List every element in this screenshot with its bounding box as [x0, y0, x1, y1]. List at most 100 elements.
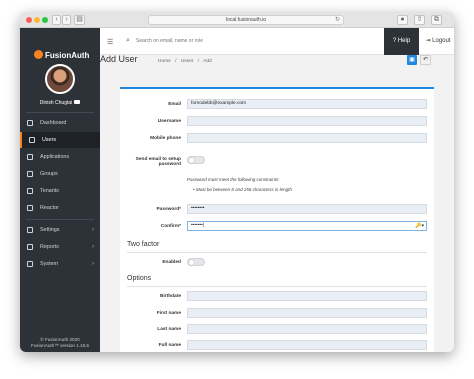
address-text: local.fusionauth.io [225, 17, 267, 23]
sidebar-item-label: Users [42, 137, 57, 143]
reactor-icon [27, 205, 33, 211]
users-icon [29, 137, 35, 143]
back-arrow-icon[interactable]: ‹ [52, 15, 61, 25]
sidebar-item-label: Settings [40, 227, 60, 233]
password-field[interactable]: •••••••• [187, 204, 427, 214]
confirm-password-value: •••••••| [191, 223, 205, 228]
send-email-label-line2: password [158, 162, 181, 167]
save-button[interactable]: ▣ [407, 55, 417, 65]
system-icon [27, 261, 33, 267]
section-divider [127, 252, 427, 253]
settings-icon [27, 227, 33, 233]
birthdate-label: Birthdate [159, 294, 181, 299]
last-name-field[interactable] [187, 324, 427, 334]
version-text: FusionAuth™ version 1.15.6 [31, 343, 89, 348]
page-title: Add User [100, 54, 138, 64]
sidebar-item-label: Reports [40, 244, 59, 250]
help-label: Help [397, 38, 411, 44]
sidebar: FusionAuth Dinish Chugtai Dashboard User… [20, 28, 100, 352]
help-button[interactable]: ? Help [384, 28, 419, 55]
groups-icon [27, 171, 33, 177]
sidebar-item-label: Dashboard [40, 120, 67, 126]
chevron-right-icon: › [92, 261, 94, 267]
two-factor-enabled-toggle[interactable] [187, 258, 205, 266]
email-label: Email [168, 102, 181, 107]
back-button[interactable]: ↶ [420, 55, 431, 65]
close-window-button[interactable] [26, 17, 32, 23]
birthdate-field[interactable] [187, 291, 427, 301]
breadcrumb-users[interactable]: Users [181, 59, 194, 64]
browser-titlebar: ‹ › ▤ local.fusionauth.io ↻ ● ⇧ ⧉ [20, 12, 454, 28]
toggle-knob [189, 260, 194, 265]
sidebar-item-label: Reactor [40, 205, 59, 211]
applications-icon [27, 154, 33, 160]
forward-arrow-icon[interactable]: › [62, 15, 71, 25]
share-icon[interactable]: ⇧ [414, 15, 425, 25]
sidebar-item-groups[interactable]: Groups [20, 166, 100, 182]
breadcrumb-separator: / [197, 59, 200, 64]
sidebar-item-reports[interactable]: Reports › [20, 239, 100, 255]
username-field[interactable] [187, 116, 427, 126]
sidebar-toggle-icon[interactable]: ▤ [74, 15, 85, 25]
last-name-label: Last name [157, 327, 181, 332]
sidebar-item-label: Applications [40, 154, 70, 160]
maximize-window-button[interactable] [42, 17, 48, 23]
breadcrumb-home[interactable]: Home [158, 59, 171, 64]
avatar [45, 64, 75, 94]
breadcrumb-separator: / [175, 59, 177, 64]
toggle-knob [189, 158, 194, 163]
fusionauth-logo-icon [34, 50, 43, 59]
user-name: Dinish Chugtai [20, 100, 100, 106]
sidebar-item-reactor[interactable]: Reactor [20, 200, 100, 216]
full-name-field[interactable] [187, 340, 427, 350]
back-arrow-icon: ↶ [422, 57, 429, 63]
email-field[interactable]: fornodebb@example.com [187, 99, 427, 109]
profile-card-icon[interactable] [74, 100, 81, 104]
top-bar: ☰ ⌕ ? Help ⇥ Logout [100, 28, 454, 55]
sidebar-item-tenants[interactable]: Tenants [20, 183, 100, 199]
sidebar-item-label: Groups [40, 171, 58, 177]
send-email-label: Send email to setup password [121, 157, 181, 167]
brand-name: FusionAuth [45, 51, 90, 60]
send-email-toggle[interactable] [187, 156, 205, 164]
reload-icon[interactable]: ↻ [335, 16, 340, 24]
confirm-password-field[interactable]: •••••••| 🔑▾ [187, 221, 427, 231]
nav-divider [26, 112, 94, 113]
options-heading: Options [127, 275, 152, 282]
first-name-field[interactable] [187, 308, 427, 318]
help-icon: ? [392, 38, 397, 44]
download-icon[interactable]: ● [397, 15, 408, 25]
password-rule-text: • Must be between 8 and 256 characters i… [193, 187, 292, 192]
search-icon: ⌕ [126, 37, 130, 44]
fusionauth-logo[interactable]: FusionAuth [34, 50, 89, 60]
sidebar-item-users[interactable]: Users [20, 132, 100, 148]
mobile-phone-field[interactable] [187, 133, 427, 143]
two-factor-heading: Two factor [127, 241, 160, 248]
sidebar-item-label: Tenants [40, 188, 59, 194]
sidebar-item-settings[interactable]: Settings › [20, 222, 100, 238]
sidebar-item-applications[interactable]: Applications [20, 149, 100, 165]
address-bar[interactable]: local.fusionauth.io ↻ [148, 15, 344, 25]
breadcrumb: Home / Users / Add [158, 59, 215, 64]
chevron-right-icon: › [92, 244, 94, 250]
logout-icon: ⇥ [425, 38, 431, 44]
full-name-label: Full name [158, 343, 181, 348]
sidebar-item-label: System [40, 261, 58, 267]
sidebar-item-dashboard[interactable]: Dashboard [20, 115, 100, 131]
username-label: Username [157, 119, 181, 124]
sidebar-footer: © FusionAuth 2020 FusionAuth™ version 1.… [20, 337, 100, 349]
password-label: Password* [156, 207, 181, 212]
reports-icon [27, 244, 33, 250]
search-input[interactable] [136, 36, 356, 46]
logout-button[interactable]: ⇥ Logout [422, 28, 454, 55]
logout-label: Logout [432, 38, 451, 44]
chevron-right-icon: › [92, 227, 94, 233]
first-name-label: First name [156, 311, 181, 316]
minimize-window-button[interactable] [34, 17, 40, 23]
user-name-text: Dinish Chugtai [39, 100, 73, 106]
key-icon[interactable]: 🔑▾ [415, 222, 424, 230]
dashboard-icon [27, 120, 33, 126]
menu-icon[interactable]: ☰ [107, 38, 113, 46]
sidebar-item-system[interactable]: System › [20, 256, 100, 272]
tabs-overview-icon[interactable]: ⧉ [431, 15, 442, 25]
